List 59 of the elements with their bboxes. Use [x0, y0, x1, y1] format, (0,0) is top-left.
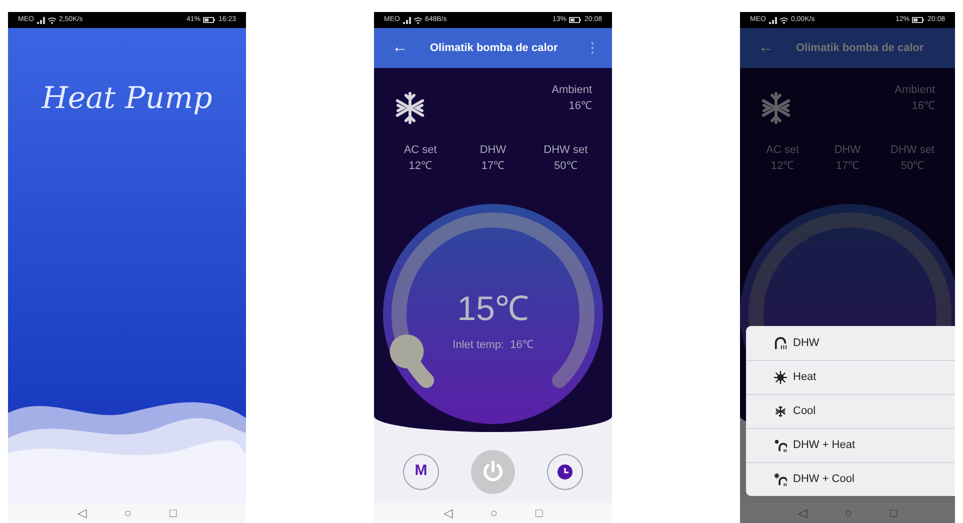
menu-item[interactable]: Cool [746, 394, 955, 428]
shower-icon [774, 336, 787, 350]
menu-item[interactable]: DHW + Cool [746, 462, 955, 496]
snowflake-icon [774, 405, 787, 418]
reading-value: 12℃ [408, 159, 433, 174]
nav-button[interactable]: ◁ [77, 504, 86, 522]
ambient-value: 16℃ [910, 99, 935, 114]
menu-item[interactable]: Heat [746, 360, 955, 394]
timer-button[interactable] [547, 454, 583, 490]
reading-label: DHW [478, 143, 508, 158]
app-bar-title: Olimatik bomba de calor [796, 40, 924, 56]
menu-item[interactable]: DHW [746, 326, 955, 360]
reading-label: DHW set [890, 143, 936, 158]
nav-button[interactable]: □ [890, 504, 898, 522]
clock-icon [557, 464, 573, 480]
sun-shower-icon [774, 439, 787, 452]
nav-button[interactable]: ○ [124, 504, 132, 522]
ambient-value: 16℃ [568, 99, 592, 114]
nav-button[interactable]: ○ [490, 504, 498, 522]
reading-value: 50℃ [553, 159, 578, 174]
more-icon [591, 42, 594, 54]
mode-button[interactable]: M [403, 454, 439, 490]
battery-icon [569, 17, 582, 23]
menu-item[interactable]: DHW + Heat [746, 428, 955, 462]
wifi-icon [414, 16, 422, 24]
signal-icon [402, 16, 411, 24]
ambient-label: Ambient [894, 83, 935, 98]
reading-label: DHW set [542, 143, 589, 158]
sun-icon [774, 371, 787, 384]
battery-icon [912, 17, 924, 23]
nav-button[interactable]: ◁ [443, 504, 452, 522]
signal-icon [36, 16, 45, 24]
ambient-label: Ambient [552, 83, 592, 98]
reading-label: AC set [402, 143, 438, 158]
reading-label: DHW [833, 143, 862, 158]
reading-label: AC set [764, 143, 800, 158]
slider-thumb[interactable] [390, 334, 424, 368]
reading-value: 50℃ [900, 159, 926, 174]
reading-value: 17℃ [480, 159, 506, 174]
temperature-value: 15℃ [456, 289, 530, 330]
nav-button[interactable]: ○ [844, 504, 852, 522]
back-button[interactable]: ← [392, 36, 408, 60]
nav-button[interactable]: ◁ [798, 504, 807, 522]
snowflake-icon [760, 92, 792, 124]
signal-icon [768, 16, 777, 24]
reading-value: 12℃ [770, 159, 796, 174]
inlet-temperature: Inlet temp: 16℃ [452, 338, 534, 353]
wifi-icon [780, 16, 788, 24]
battery-icon [203, 17, 216, 23]
app-title: Heat Pump [40, 80, 214, 118]
power-icon [481, 460, 505, 484]
back-button[interactable]: ← [758, 36, 774, 60]
snowflake-icon [394, 92, 426, 124]
nav-button[interactable]: □ [170, 504, 177, 522]
reading-value: 17℃ [834, 159, 860, 174]
nav-button[interactable]: □ [536, 504, 543, 522]
app-bar-title: Olimatik bomba de calor [430, 40, 558, 56]
wifi-icon [48, 16, 56, 24]
snowflake-shower-icon [774, 473, 787, 486]
